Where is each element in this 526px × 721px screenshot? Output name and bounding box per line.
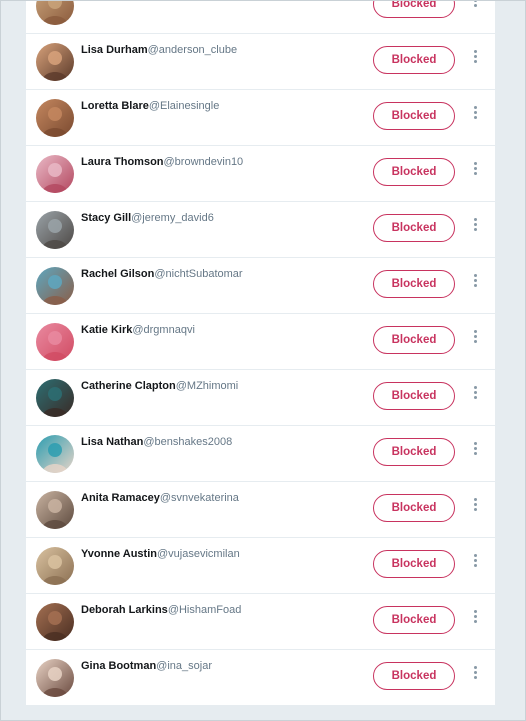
avatar[interactable] <box>36 379 74 417</box>
account-handle[interactable]: @vujasevicmilan <box>157 548 240 560</box>
account-name-line: Laura Thomson@browndevin10 <box>81 156 243 169</box>
avatar[interactable] <box>36 155 74 193</box>
account-name-line: Anita Ramacey@svnvekaterina <box>81 492 239 505</box>
account-handle[interactable]: @HishamFoad <box>168 604 242 616</box>
account-handle[interactable]: @nichtSubatomar <box>154 268 242 280</box>
account-name[interactable]: Loretta Blare <box>81 100 149 112</box>
account-row[interactable]: Stacy Gill@jeremy_david6 Blocked <box>26 202 495 258</box>
account-name[interactable]: Yvonne Austin <box>81 548 157 560</box>
account-row[interactable]: Anita Ramacey@svnvekaterina Blocked <box>26 482 495 538</box>
blocked-accounts-list: Blocked Lisa Durham@anderson_clube Blocked… <box>26 0 495 706</box>
account-handle[interactable]: @ina_sojar <box>156 660 212 672</box>
blocked-button[interactable]: Blocked <box>373 494 455 522</box>
left-gutter <box>1 0 26 721</box>
more-options-icon[interactable] <box>472 498 478 518</box>
more-options-icon[interactable] <box>472 386 478 406</box>
more-options-icon[interactable] <box>472 0 478 14</box>
avatar[interactable] <box>36 0 74 25</box>
more-options-icon[interactable] <box>472 106 478 126</box>
account-name-line: Lisa Durham@anderson_clube <box>81 44 237 57</box>
blocked-button[interactable]: Blocked <box>373 158 455 186</box>
account-row[interactable]: Laura Thomson@browndevin10 Blocked <box>26 146 495 202</box>
more-options-icon[interactable] <box>472 274 478 294</box>
avatar[interactable] <box>36 99 74 137</box>
more-options-icon[interactable] <box>472 666 478 686</box>
account-name[interactable]: Deborah Larkins <box>81 604 168 616</box>
more-options-icon[interactable] <box>472 162 478 182</box>
account-handle[interactable]: @Elainesingle <box>149 100 220 112</box>
account-row[interactable]: Lisa Durham@anderson_clube Blocked <box>26 34 495 90</box>
account-row[interactable]: Gina Bootman@ina_sojar Blocked <box>26 650 495 706</box>
blocked-button[interactable]: Blocked <box>373 46 455 74</box>
account-name[interactable]: Katie Kirk <box>81 324 132 336</box>
account-name-line: Katie Kirk@drgmnaqvi <box>81 324 195 337</box>
account-handle[interactable]: @benshakes2008 <box>143 436 232 448</box>
blocked-button[interactable]: Blocked <box>373 102 455 130</box>
account-name-line: Catherine Clapton@MZhimomi <box>81 380 238 393</box>
avatar[interactable] <box>36 435 74 473</box>
blocked-button[interactable]: Blocked <box>373 662 455 690</box>
account-handle[interactable]: @anderson_clube <box>148 44 237 56</box>
account-name-line: Gina Bootman@ina_sojar <box>81 660 212 673</box>
avatar[interactable] <box>36 491 74 529</box>
blocked-button[interactable]: Blocked <box>373 270 455 298</box>
account-handle[interactable]: @browndevin10 <box>164 156 244 168</box>
account-row[interactable]: Yvonne Austin@vujasevicmilan Blocked <box>26 538 495 594</box>
account-name[interactable]: Gina Bootman <box>81 660 156 672</box>
account-name[interactable]: Lisa Nathan <box>81 436 143 448</box>
blocked-button[interactable]: Blocked <box>373 382 455 410</box>
account-name-line: Yvonne Austin@vujasevicmilan <box>81 548 240 561</box>
blocked-button[interactable]: Blocked <box>373 550 455 578</box>
right-gutter <box>495 0 525 721</box>
avatar[interactable] <box>36 659 74 697</box>
account-row[interactable]: Loretta Blare@Elainesingle Blocked <box>26 90 495 146</box>
account-name-line: Rachel Gilson@nichtSubatomar <box>81 268 243 281</box>
account-name[interactable]: Catherine Clapton <box>81 380 176 392</box>
account-handle[interactable]: @jeremy_david6 <box>131 212 214 224</box>
avatar[interactable] <box>36 547 74 585</box>
account-row[interactable]: Catherine Clapton@MZhimomi Blocked <box>26 370 495 426</box>
account-row[interactable]: Rachel Gilson@nichtSubatomar Blocked <box>26 258 495 314</box>
blocked-button[interactable]: Blocked <box>373 214 455 242</box>
more-options-icon[interactable] <box>472 50 478 70</box>
account-row[interactable]: Lisa Nathan@benshakes2008 Blocked <box>26 426 495 482</box>
avatar[interactable] <box>36 603 74 641</box>
account-row[interactable]: Deborah Larkins@HishamFoad Blocked <box>26 594 495 650</box>
more-options-icon[interactable] <box>472 218 478 238</box>
avatar[interactable] <box>36 211 74 249</box>
avatar[interactable] <box>36 267 74 305</box>
account-row[interactable]: Katie Kirk@drgmnaqvi Blocked <box>26 314 495 370</box>
account-handle[interactable]: @MZhimomi <box>176 380 239 392</box>
blocked-button[interactable]: Blocked <box>373 326 455 354</box>
account-name-line: Stacy Gill@jeremy_david6 <box>81 212 214 225</box>
more-options-icon[interactable] <box>472 554 478 574</box>
account-name-line: Loretta Blare@Elainesingle <box>81 100 219 113</box>
account-name[interactable]: Rachel Gilson <box>81 268 154 280</box>
account-name[interactable]: Laura Thomson <box>81 156 164 168</box>
blocked-button[interactable]: Blocked <box>373 606 455 634</box>
account-name[interactable]: Anita Ramacey <box>81 492 160 504</box>
account-handle[interactable]: @svnvekaterina <box>160 492 239 504</box>
account-row[interactable]: Blocked <box>26 0 495 34</box>
more-options-icon[interactable] <box>472 610 478 630</box>
more-options-icon[interactable] <box>472 442 478 462</box>
more-options-icon[interactable] <box>472 330 478 350</box>
avatar[interactable] <box>36 323 74 361</box>
account-name-line: Deborah Larkins@HishamFoad <box>81 604 241 617</box>
account-name[interactable]: Lisa Durham <box>81 44 148 56</box>
account-handle[interactable]: @drgmnaqvi <box>132 324 195 336</box>
blocked-button[interactable]: Blocked <box>373 0 455 18</box>
avatar[interactable] <box>36 43 74 81</box>
account-name[interactable]: Stacy Gill <box>81 212 131 224</box>
account-name-line: Lisa Nathan@benshakes2008 <box>81 436 232 449</box>
blocked-button[interactable]: Blocked <box>373 438 455 466</box>
